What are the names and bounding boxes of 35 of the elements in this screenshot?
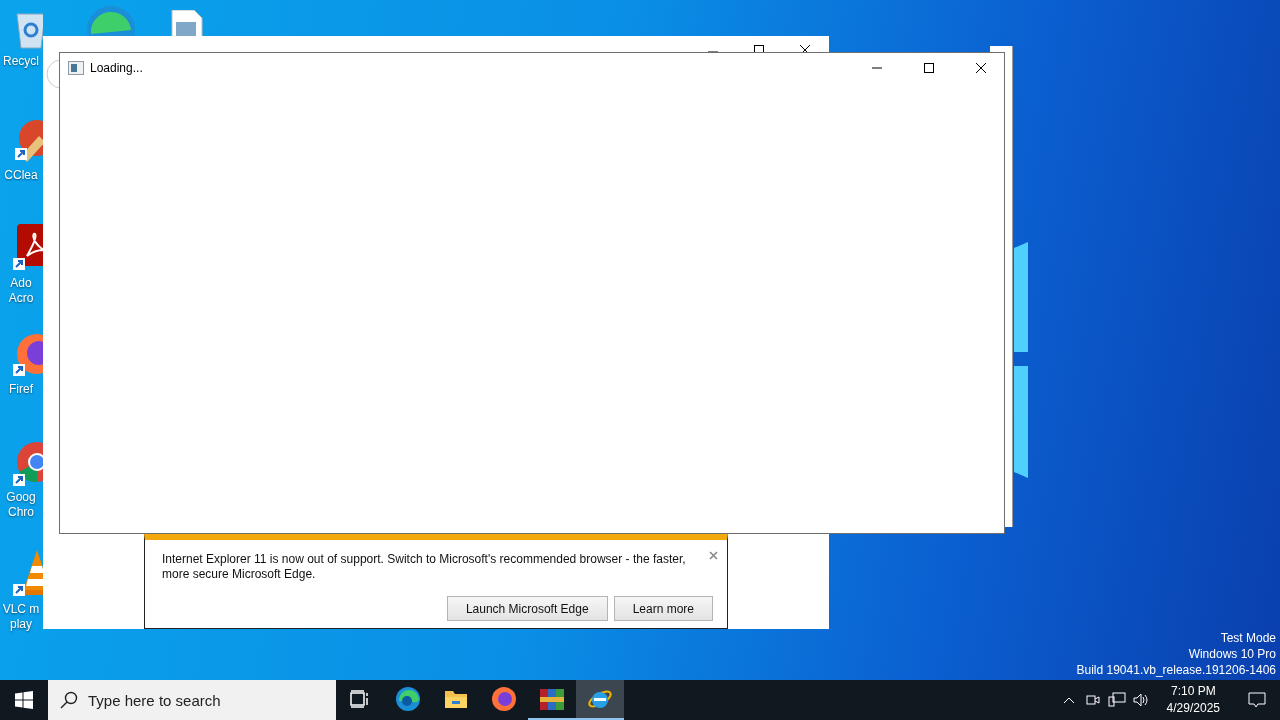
image-file-icon[interactable] [170, 10, 204, 36]
notification-message: Internet Explorer 11 is now out of support. Switch to Microsoft's recommended browser - the faster, more secure Microsoft Edge. [162, 552, 687, 582]
desktop-icon-label: Firef [8, 382, 34, 397]
books-archive-icon [539, 686, 565, 712]
notification-button[interactable]: Learn more [613, 596, 713, 621]
task-view-icon [350, 690, 370, 708]
windows-logo-icon [15, 691, 33, 709]
camera-icon[interactable] [1085, 694, 1100, 706]
edge-browser-icon [395, 686, 421, 712]
clock-date: 4/29/2025 [1166, 700, 1220, 717]
notification-button[interactable]: Launch Microsoft Edge [446, 596, 608, 621]
search-icon [60, 691, 78, 709]
maximize-icon [923, 62, 935, 74]
desktop-icon-label: VLC m play [1, 602, 41, 632]
chevron-up-icon[interactable] [1062, 696, 1075, 704]
system-info-text: Windows 10 Pro [1188, 646, 1276, 662]
pdf-app-icon[interactable] [13, 224, 43, 272]
speech-bubble-icon[interactable] [1248, 692, 1266, 708]
system-info-text: Build 19041.vb_release.191206-1406 [1076, 662, 1276, 678]
window-app-icon [68, 61, 84, 75]
desktop-icon-label: Ado Acro [7, 276, 35, 306]
folder-icon [444, 689, 468, 709]
network-icon[interactable] [1107, 692, 1126, 708]
desktop-icon-label: Recycl [2, 54, 40, 69]
search-field[interactable]: Type here to search [48, 680, 336, 720]
volume-icon[interactable] [1131, 692, 1150, 708]
clock[interactable]: 7:10 PM 4/29/2025 [1152, 683, 1234, 717]
clock-time: 7:10 PM [1170, 683, 1216, 700]
window-title: Loading... [90, 61, 144, 75]
close-icon [975, 62, 987, 74]
system-info-text: Test Mode [1220, 630, 1276, 646]
desktop-icon-label: CClea [3, 168, 39, 183]
taskbar-app-button[interactable] [576, 680, 624, 720]
desktop-icon-label: Goog Chro [5, 490, 37, 520]
fox-globe-icon [491, 686, 517, 712]
